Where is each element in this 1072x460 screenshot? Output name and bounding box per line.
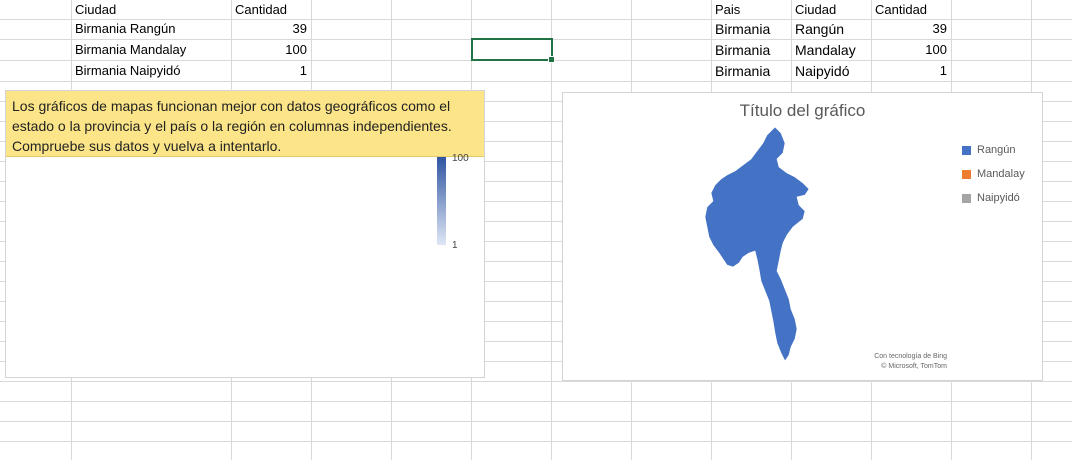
header-pais[interactable]: Pais [711,0,791,20]
map-chart-error[interactable]: Los gráficos de mapas funcionan mejor co… [5,90,485,378]
cell-cantidad[interactable]: 39 [871,19,951,39]
cell-pais[interactable]: Birmania [711,61,791,81]
scale-max-label: 100 [452,153,469,164]
credit-line-2: © Microsoft, TomTom [881,363,947,370]
cell-ciudad[interactable]: Birmania Rangún [71,19,231,39]
credit-line-1: Con tecnología de Bing [874,353,947,360]
color-scale-bar [437,157,446,245]
legend-label: Naipyidó [977,192,1020,204]
header-ciudad[interactable]: Ciudad [791,0,871,20]
legend-item-rangun[interactable]: Rangún [962,138,1025,162]
scale-min-label: 1 [452,240,458,251]
legend-item-naipyido[interactable]: Naipyidó [962,186,1025,210]
legend-item-mandalay[interactable]: Mandalay [962,162,1025,186]
cell-ciudad[interactable]: Naipyidó [791,61,871,81]
chart-legend[interactable]: Rangún Mandalay Naipyidó [962,138,1025,210]
cell-cantidad[interactable]: 39 [231,19,311,39]
cell-pais[interactable]: Birmania [711,40,791,60]
header-cantidad[interactable]: Cantidad [231,0,311,20]
cell-cantidad[interactable]: 100 [231,40,311,60]
legend-swatch [962,169,971,179]
cell-ciudad[interactable]: Mandalay [791,40,871,60]
map-chart[interactable]: Título del gráfico Rangún Mandalay Naipy… [562,92,1043,381]
map-credit: Con tecnología de Bing © Microsoft, TomT… [874,352,947,372]
cell-cantidad[interactable]: 100 [871,40,951,60]
legend-swatch [962,145,971,155]
cell-pais[interactable]: Birmania [711,19,791,39]
fill-handle[interactable] [548,56,555,63]
cell-cantidad[interactable]: 1 [871,61,951,81]
cell-cantidad[interactable]: 1 [231,61,311,81]
cell-ciudad[interactable]: Rangún [791,19,871,39]
header-cantidad[interactable]: Cantidad [871,0,951,20]
legend-label: Mandalay [977,168,1025,180]
legend-swatch [962,193,971,203]
selected-cell[interactable] [471,38,555,63]
cell-ciudad[interactable]: Birmania Mandalay [71,40,231,60]
cell-ciudad[interactable]: Birmania Naipyidó [71,61,231,81]
map-chart-warning: Los gráficos de mapas funcionan mejor co… [6,91,484,157]
myanmar-region [704,126,810,362]
header-ciudad[interactable]: Ciudad [71,0,231,20]
legend-label: Rangún [977,144,1016,156]
myanmar-map [704,126,810,362]
